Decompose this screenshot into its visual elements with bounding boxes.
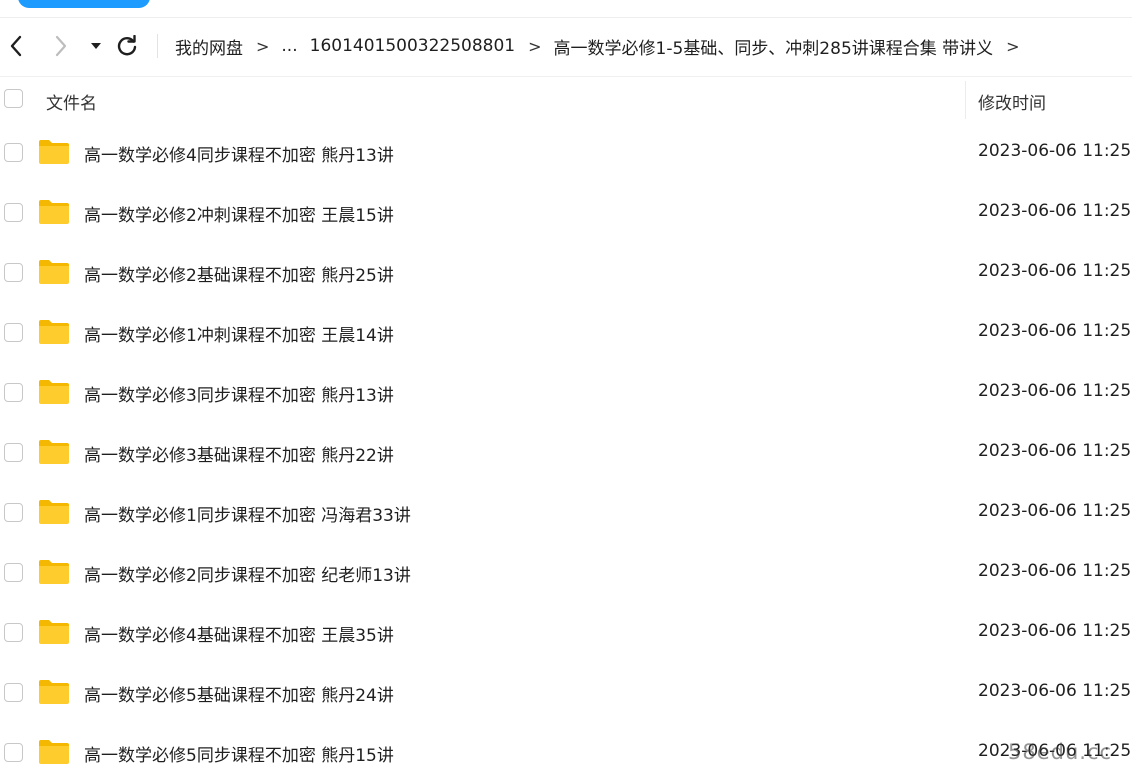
folder-icon (38, 139, 70, 165)
column-header-name[interactable]: 文件名 (46, 89, 97, 114)
file-name[interactable]: 高一数学必修1同步课程不加密 冯海君33讲 (84, 501, 411, 526)
table-row[interactable]: 高一数学必修1冲刺课程不加密 王晨14讲 2023-06-06 11:25 (0, 302, 1132, 362)
breadcrumb-folder-id[interactable]: 1601401500322508801 (310, 36, 516, 56)
file-modified-time: 2023-06-06 11:25 (978, 681, 1132, 701)
file-name[interactable]: 高一数学必修4基础课程不加密 王晨35讲 (84, 621, 394, 646)
file-name[interactable]: 高一数学必修5基础课程不加密 熊丹24讲 (84, 681, 394, 706)
folder-icon (38, 679, 70, 705)
history-dropdown-button[interactable] (83, 22, 109, 70)
breadcrumb-ellipsis[interactable]: ... (281, 36, 297, 56)
row-checkbox[interactable] (4, 143, 23, 162)
folder-icon (38, 319, 70, 345)
breadcrumb: 我的网盘 > ... 1601401500322508801 > 高一数学必修1… (175, 22, 1032, 70)
file-modified-time: 2023-06-06 11:25 (978, 321, 1132, 341)
chevron-left-icon (10, 35, 22, 57)
table-row[interactable]: 高一数学必修2基础课程不加密 熊丹25讲 2023-06-06 11:25 (0, 242, 1132, 302)
row-checkbox[interactable] (4, 563, 23, 582)
row-checkbox[interactable] (4, 263, 23, 282)
chevron-right-icon (55, 35, 67, 57)
breadcrumb-root[interactable]: 我的网盘 (175, 34, 243, 59)
file-name[interactable]: 高一数学必修2冲刺课程不加密 王晨15讲 (84, 201, 394, 226)
breadcrumb-current[interactable]: 高一数学必修1-5基础、同步、冲刺285讲课程合集 带讲义 (554, 34, 994, 59)
refresh-button[interactable] (114, 22, 140, 70)
row-checkbox[interactable] (4, 203, 23, 222)
breadcrumb-separator: > (528, 36, 542, 56)
table-row[interactable]: 高一数学必修4同步课程不加密 熊丹13讲 2023-06-06 11:25 (0, 122, 1132, 182)
table-row[interactable]: 高一数学必修5同步课程不加密 熊丹15讲 2023-06-06 11:25 (0, 722, 1132, 779)
file-name[interactable]: 高一数学必修3基础课程不加密 熊丹22讲 (84, 441, 394, 466)
table-row[interactable]: 高一数学必修1同步课程不加密 冯海君33讲 2023-06-06 11:25 (0, 482, 1132, 542)
file-modified-time: 2023-06-06 11:25 (978, 141, 1132, 161)
forward-button[interactable] (48, 22, 74, 70)
row-checkbox[interactable] (4, 443, 23, 462)
folder-icon (38, 439, 70, 465)
file-modified-time: 2023-06-06 11:25 (978, 561, 1132, 581)
breadcrumb-separator: > (1006, 36, 1020, 56)
refresh-icon (117, 35, 137, 56)
row-checkbox[interactable] (4, 323, 23, 342)
folder-icon (38, 259, 70, 285)
folder-icon (38, 379, 70, 405)
column-divider[interactable] (965, 81, 966, 119)
file-list-header: 文件名 修改时间 (0, 76, 1132, 122)
breadcrumb-separator: > (256, 36, 270, 56)
nav-separator (157, 34, 158, 58)
table-row[interactable]: 高一数学必修3同步课程不加密 熊丹13讲 2023-06-06 11:25 (0, 362, 1132, 422)
file-name[interactable]: 高一数学必修1冲刺课程不加密 王晨14讲 (84, 321, 394, 346)
file-name[interactable]: 高一数学必修2同步课程不加密 纪老师13讲 (84, 561, 411, 586)
file-name[interactable]: 高一数学必修5同步课程不加密 熊丹15讲 (84, 741, 394, 766)
table-row[interactable]: 高一数学必修3基础课程不加密 熊丹22讲 2023-06-06 11:25 (0, 422, 1132, 482)
file-name[interactable]: 高一数学必修4同步课程不加密 熊丹13讲 (84, 141, 394, 166)
navigation-bar: 我的网盘 > ... 1601401500322508801 > 高一数学必修1… (0, 22, 1132, 70)
row-checkbox[interactable] (4, 683, 23, 702)
file-modified-time: 2023-06-06 11:25 (978, 381, 1132, 401)
file-modified-time: 2023-06-06 11:25 (978, 621, 1132, 641)
file-modified-time: 2023-06-06 11:25 (978, 501, 1132, 521)
table-row[interactable]: 高一数学必修2冲刺课程不加密 王晨15讲 2023-06-06 11:25 (0, 182, 1132, 242)
folder-icon (38, 199, 70, 225)
table-row[interactable]: 高一数学必修2同步课程不加密 纪老师13讲 2023-06-06 11:25 (0, 542, 1132, 602)
folder-icon (38, 619, 70, 645)
file-modified-time: 2023-06-06 11:25 (978, 441, 1132, 461)
watermark: 58edu.cc (1008, 740, 1113, 764)
table-row[interactable]: 高一数学必修5基础课程不加密 熊丹24讲 2023-06-06 11:25 (0, 662, 1132, 722)
select-all-checkbox[interactable] (4, 89, 23, 108)
row-checkbox[interactable] (4, 383, 23, 402)
table-row[interactable]: 高一数学必修4基础课程不加密 王晨35讲 2023-06-06 11:25 (0, 602, 1132, 662)
row-checkbox[interactable] (4, 623, 23, 642)
file-name[interactable]: 高一数学必修2基础课程不加密 熊丹25讲 (84, 261, 394, 286)
folder-icon (38, 559, 70, 585)
back-button[interactable] (3, 22, 29, 70)
folder-icon (38, 499, 70, 525)
row-checkbox[interactable] (4, 503, 23, 522)
folder-icon (38, 739, 70, 765)
file-modified-time: 2023-06-06 11:25 (978, 201, 1132, 221)
top-divider (0, 17, 1132, 18)
top-action-button[interactable] (18, 0, 150, 8)
file-modified-time: 2023-06-06 11:25 (978, 261, 1132, 281)
caret-down-icon (91, 43, 101, 49)
file-name[interactable]: 高一数学必修3同步课程不加密 熊丹13讲 (84, 381, 394, 406)
row-checkbox[interactable] (4, 743, 23, 762)
column-header-modified[interactable]: 修改时间 (978, 89, 1046, 114)
